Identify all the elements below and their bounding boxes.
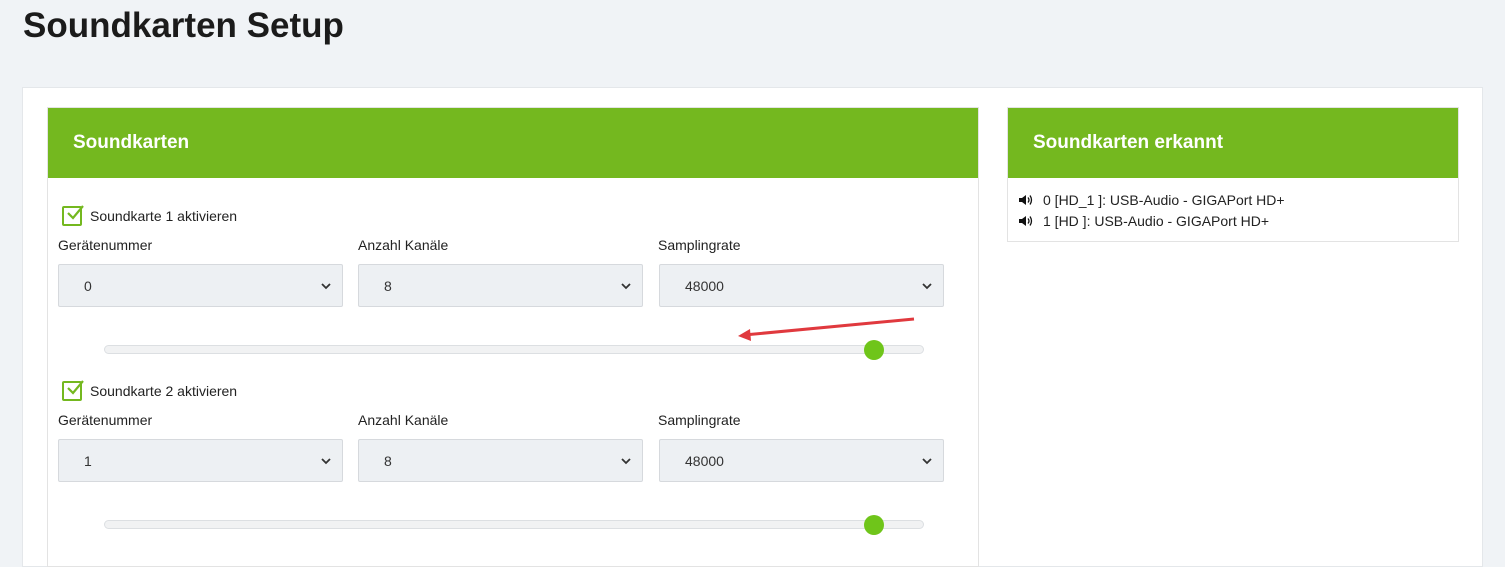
soundcard-2-enable[interactable]: Soundkarte 2 aktivieren <box>62 380 238 401</box>
annotation-arrow <box>738 317 915 341</box>
soundcard-1-device-value: 0 <box>84 277 92 294</box>
page-title: Soundkarten Setup <box>23 6 344 45</box>
chevron-down-icon <box>321 283 331 290</box>
soundcard-1-enable-label: Soundkarte 1 aktivieren <box>90 208 238 224</box>
speaker-icon <box>1019 194 1033 205</box>
soundcards-card-title: Soundkarten <box>73 132 190 153</box>
soundcard-2-enable-label: Soundkarte 2 aktivieren <box>90 383 238 399</box>
list-item: 0 [HD_1 ]: USB-Audio - GIGAPort HD+ <box>1018 189 1285 210</box>
soundcard-1-sampling-value: 48000 <box>685 277 724 294</box>
soundcard-1-sampling-label: Samplingrate <box>658 237 741 253</box>
soundcard-2-device-value: 1 <box>84 452 92 469</box>
detected-soundcards-list: 0 [HD_1 ]: USB-Audio - GIGAPort HD+ 1 [H… <box>1018 189 1285 231</box>
list-item: 1 [HD ]: USB-Audio - GIGAPort HD+ <box>1018 210 1285 231</box>
soundcard-2-channels-select[interactable]: 8 <box>358 439 643 482</box>
soundcard-2-device-label: Gerätenummer <box>58 412 153 428</box>
check-icon <box>67 380 84 395</box>
detected-item-text: 0 [HD_1 ]: USB-Audio - GIGAPort HD+ <box>1043 191 1285 208</box>
chevron-down-icon <box>321 458 331 465</box>
soundcard-1-checkbox[interactable] <box>62 205 84 226</box>
chevron-down-icon <box>621 458 631 465</box>
soundcard-2-sampling-select[interactable]: 48000 <box>659 439 944 482</box>
detected-soundcards-card-title: Soundkarten erkannt <box>1033 132 1224 153</box>
soundcard-2-channels-label: Anzahl Kanäle <box>358 412 449 428</box>
detected-item-text: 1 [HD ]: USB-Audio - GIGAPort HD+ <box>1043 212 1270 229</box>
soundcard-1-device-select[interactable]: 0 <box>58 264 343 307</box>
soundcard-1-volume-slider[interactable] <box>104 345 924 354</box>
soundcard-2-volume-slider[interactable] <box>104 520 924 529</box>
soundcard-2-device-select[interactable]: 1 <box>58 439 343 482</box>
soundcard-1-enable[interactable]: Soundkarte 1 aktivieren <box>62 205 238 226</box>
soundcard-1-channels-select[interactable]: 8 <box>358 264 643 307</box>
chevron-down-icon <box>922 458 932 465</box>
soundcard-2-channels-value: 8 <box>384 452 392 469</box>
soundcard-1-sampling-select[interactable]: 48000 <box>659 264 944 307</box>
speaker-icon <box>1019 215 1033 226</box>
chevron-down-icon <box>922 283 932 290</box>
soundcard-2-sampling-value: 48000 <box>685 452 724 469</box>
soundcard-1-device-label: Gerätenummer <box>58 237 153 253</box>
soundcard-2-checkbox[interactable] <box>62 380 84 401</box>
soundcards-card-header: Soundkarten <box>48 108 978 178</box>
chevron-down-icon <box>621 283 631 290</box>
soundcard-1-volume-slider-thumb[interactable] <box>864 340 884 360</box>
soundcard-2-volume-slider-thumb[interactable] <box>864 515 884 535</box>
detected-soundcards-card-header: Soundkarten erkannt <box>1008 108 1458 178</box>
check-icon <box>67 205 84 220</box>
soundcard-1-channels-label: Anzahl Kanäle <box>358 237 449 253</box>
soundcard-1-channels-value: 8 <box>384 277 392 294</box>
soundcard-2-sampling-label: Samplingrate <box>658 412 741 428</box>
